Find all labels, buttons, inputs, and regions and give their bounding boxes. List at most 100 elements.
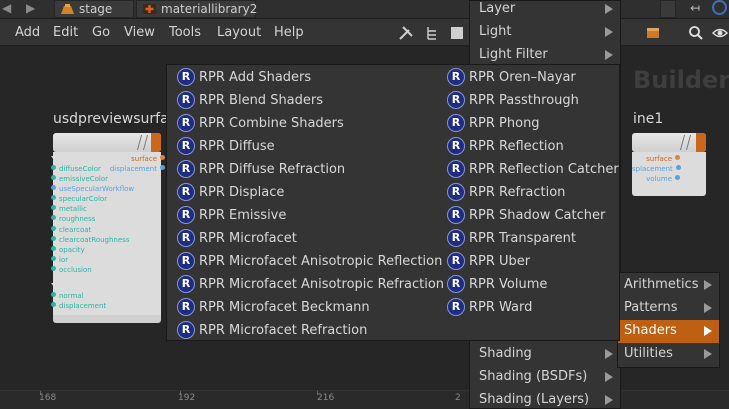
menu-item-light[interactable]: Light xyxy=(470,21,620,44)
input-port[interactable]: clearcoat xyxy=(51,226,91,235)
node-title-right[interactable]: ine1 xyxy=(633,111,663,127)
forward-arrow-icon[interactable]: ▶ xyxy=(26,1,35,15)
port-dot xyxy=(51,205,56,210)
shader-item-rpr-phong[interactable]: R RPR Phong xyxy=(444,112,540,135)
submenu-arrow-icon xyxy=(605,27,613,37)
input-port[interactable]: opacity xyxy=(51,246,85,255)
shader-item-rpr-microfacet-refraction[interactable]: R RPR Microfacet Refraction xyxy=(174,319,367,342)
shader-item-rpr-uber[interactable]: R RPR Uber xyxy=(444,250,530,273)
crumb-materiallibrary[interactable]: materiallibrary2 xyxy=(136,0,258,18)
node-flag[interactable] xyxy=(696,133,706,152)
rpr-icon: R xyxy=(447,229,465,247)
node-flag[interactable] xyxy=(151,133,161,152)
output-port[interactable]: displacement xyxy=(103,165,165,174)
tree-layout-icon[interactable] xyxy=(424,25,440,41)
shader-item-rpr-add-shaders[interactable]: R RPR Add Shaders xyxy=(174,66,311,89)
port-group-header[interactable]: Displacement xyxy=(51,282,108,291)
menu-edit[interactable]: Edit xyxy=(53,25,78,40)
submenu-arrow-icon xyxy=(704,303,712,313)
shader-label: RPR Microfacet xyxy=(199,231,297,246)
rpr-icon: R xyxy=(177,321,195,339)
input-port[interactable]: metallic xyxy=(51,205,87,214)
shader-label: RPR Phong xyxy=(469,116,540,131)
shader-label: RPR Microfacet Anisotropic Reflection xyxy=(199,254,443,269)
menu-item-shaders[interactable]: Shaders xyxy=(618,320,719,343)
input-port[interactable]: normal xyxy=(51,292,84,301)
menu-go[interactable]: Go xyxy=(92,25,110,40)
shader-item-rpr-microfacet-beckmann[interactable]: R RPR Microfacet Beckmann xyxy=(174,296,370,319)
node-divider xyxy=(142,135,149,150)
input-port[interactable]: useSpecularWorkflow xyxy=(51,185,134,194)
back-arrow-icon[interactable]: ◀ xyxy=(2,1,11,15)
shader-item-rpr-diffuse[interactable]: R RPR Diffuse xyxy=(174,135,275,158)
shader-item-rpr-microfacet[interactable]: R RPR Microfacet xyxy=(174,227,297,250)
pin-icon[interactable]: ↤ xyxy=(690,1,700,15)
crumb-stage[interactable]: stage xyxy=(54,0,134,18)
menu-item-shading[interactable]: Shading xyxy=(470,343,620,366)
help-ring-icon[interactable] xyxy=(712,0,727,15)
input-port[interactable]: occlusion xyxy=(51,266,92,275)
eye-icon[interactable] xyxy=(712,25,728,41)
node-footer xyxy=(53,315,161,323)
port-dot xyxy=(51,195,56,200)
wrench-icon[interactable] xyxy=(398,25,414,41)
shader-item-rpr-diffuse-refraction[interactable]: R RPR Diffuse Refraction xyxy=(174,158,345,181)
menu-layout[interactable]: Layout xyxy=(217,25,261,40)
shader-item-rpr-reflection[interactable]: R RPR Reflection xyxy=(444,135,564,158)
shader-item-rpr-shadow-catcher[interactable]: R RPR Shadow Catcher xyxy=(444,204,605,227)
menu-item-shading-layers[interactable]: Shading (Layers) xyxy=(470,389,620,409)
shader-label: RPR Microfacet Beckmann xyxy=(199,300,370,315)
submenu-arrow-icon xyxy=(704,326,712,336)
menu-tools[interactable]: Tools xyxy=(169,25,201,40)
search-icon[interactable] xyxy=(688,25,704,41)
shader-item-rpr-passthrough[interactable]: R RPR Passthrough xyxy=(444,89,579,112)
menu-item-arithmetics[interactable]: Arithmetics xyxy=(618,274,719,297)
menu-help[interactable]: Help xyxy=(274,25,304,40)
port-dot xyxy=(51,302,56,307)
crumb-label: materiallibrary2 xyxy=(161,2,258,16)
shader-item-rpr-displace[interactable]: R RPR Displace xyxy=(174,181,284,204)
input-port[interactable]: specularColor xyxy=(51,195,107,204)
menu-view[interactable]: View xyxy=(124,25,155,40)
output-port[interactable]: surface xyxy=(103,155,165,164)
input-port[interactable]: emissiveColor xyxy=(51,175,108,184)
output-port[interactable]: splacement xyxy=(632,165,681,174)
shader-item-rpr-reflection-catcher[interactable]: R RPR Reflection Catcher xyxy=(444,158,619,181)
shader-label: RPR Reflection xyxy=(469,139,564,154)
node-right[interactable] xyxy=(632,133,706,152)
shader-item-rpr-volume[interactable]: R RPR Volume xyxy=(444,273,547,296)
output-port[interactable]: surface xyxy=(632,155,680,164)
menu-item-layer[interactable]: Layer xyxy=(470,0,620,21)
port-group-header[interactable]: Surface xyxy=(51,155,87,164)
ruler-label: 192 xyxy=(178,393,196,403)
rpr-icon: R xyxy=(177,183,195,201)
shader-item-rpr-oren-nayar[interactable]: R RPR Oren–Nayar xyxy=(444,66,576,89)
shader-label: RPR Reflection Catcher xyxy=(469,162,619,177)
input-port[interactable]: diffuseColor xyxy=(51,165,101,174)
menu-add[interactable]: Add xyxy=(15,25,40,40)
panel-icon[interactable] xyxy=(449,25,465,41)
shader-item-rpr-combine-shaders[interactable]: R RPR Combine Shaders xyxy=(174,112,344,135)
shader-label: RPR Displace xyxy=(199,185,285,200)
shader-item-rpr-refraction[interactable]: R RPR Refraction xyxy=(444,181,565,204)
shader-item-rpr-microfacet-anisotropic-refraction[interactable]: R RPR Microfacet Anisotropic Refraction xyxy=(174,273,444,296)
port-dot xyxy=(51,185,56,190)
shader-item-rpr-emissive[interactable]: R RPR Emissive xyxy=(174,204,286,227)
input-port[interactable]: displacement xyxy=(51,302,106,311)
builder-watermark: Builder xyxy=(633,66,729,94)
port-dot xyxy=(51,215,56,220)
node-usdpreviewsurface[interactable] xyxy=(53,133,161,152)
shader-item-rpr-microfacet-anisotropic-reflection[interactable]: R RPR Microfacet Anisotropic Reflection xyxy=(174,250,442,273)
input-port[interactable]: clearcoatRoughness xyxy=(51,236,129,245)
shader-item-rpr-transparent[interactable]: R RPR Transparent xyxy=(444,227,576,250)
input-port[interactable]: ior xyxy=(51,256,68,265)
input-port[interactable]: roughness xyxy=(51,215,95,224)
material-palette-icon[interactable] xyxy=(645,25,661,41)
menu-item-utilities[interactable]: Utilities xyxy=(618,343,719,366)
menu-item-shading-bsdfs[interactable]: Shading (BSDFs) xyxy=(470,366,620,389)
output-port[interactable]: volume xyxy=(632,175,680,184)
shader-item-rpr-blend-shaders[interactable]: R RPR Blend Shaders xyxy=(174,89,323,112)
path-dropdown[interactable] xyxy=(660,0,676,18)
shader-item-rpr-ward[interactable]: R RPR Ward xyxy=(444,296,532,319)
menu-item-patterns[interactable]: Patterns xyxy=(618,297,719,320)
